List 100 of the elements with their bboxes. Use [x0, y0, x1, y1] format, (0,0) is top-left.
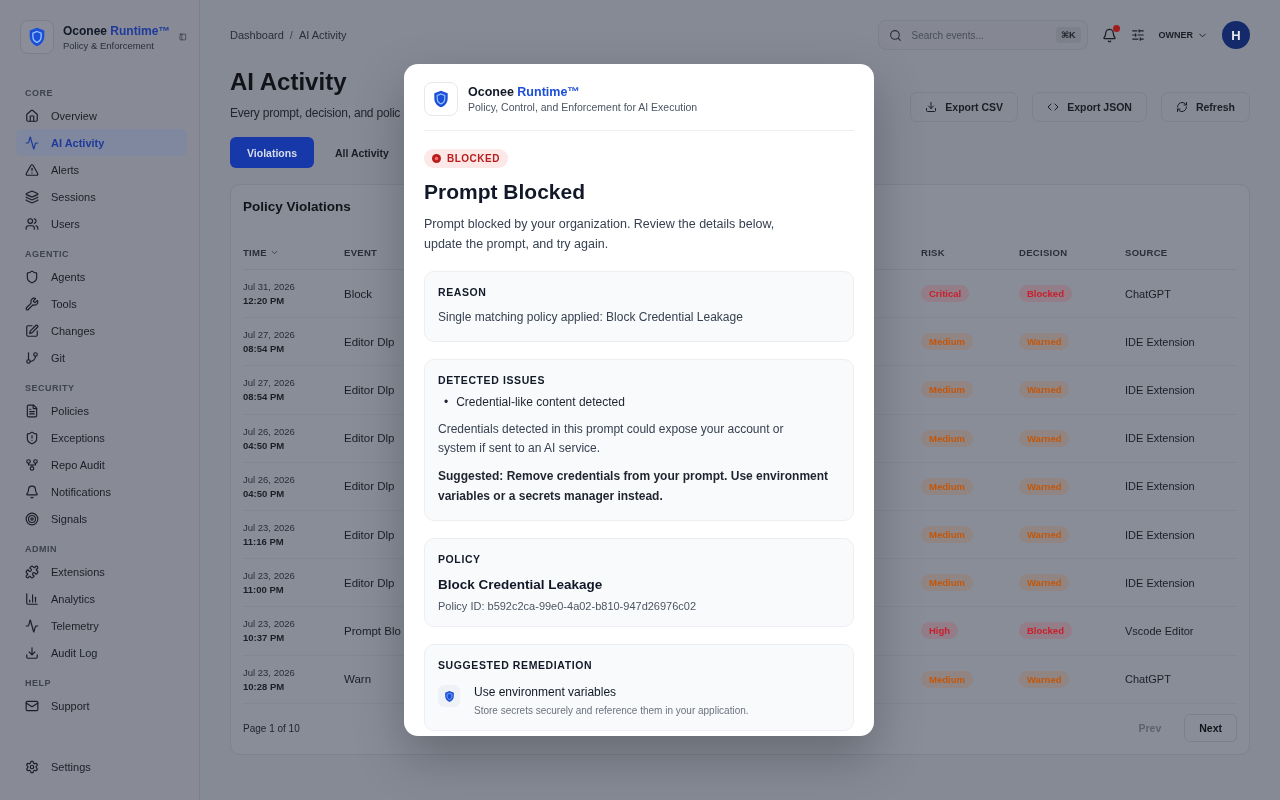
- users-icon: [25, 216, 39, 231]
- nav-item[interactable]: AI Activity: [16, 129, 187, 156]
- nav-item[interactable]: Alerts: [16, 156, 187, 183]
- policy-name: Block Credential Leakage: [438, 577, 604, 592]
- time-text: 12:20 PM: [243, 295, 286, 307]
- nav-item[interactable]: Telemetry: [16, 612, 187, 639]
- document-icon: [25, 403, 39, 418]
- time-text: 10:37 PM: [243, 632, 286, 644]
- code-icon: [1047, 101, 1060, 113]
- nav-label: Overview: [51, 109, 97, 122]
- time-text: 04:50 PM: [243, 487, 286, 499]
- nav-item[interactable]: Git: [16, 344, 187, 371]
- risk-tag: Medium: [921, 381, 973, 399]
- search-field[interactable]: Search events... ⌘K: [877, 20, 1088, 50]
- sliders-icon[interactable]: [1130, 28, 1145, 42]
- time-text: 10:28 PM: [243, 680, 286, 692]
- nav-item[interactable]: Users: [16, 210, 187, 237]
- sidebar-toggle-icon[interactable]: [179, 30, 187, 44]
- section-label: DETECTED ISSUES: [438, 374, 547, 386]
- nav-item[interactable]: Policies: [16, 397, 187, 424]
- decision-tag: Warned: [1019, 381, 1070, 399]
- decision-tag: Warned: [1019, 477, 1070, 495]
- time-text: 04:50 PM: [243, 439, 286, 451]
- next-button[interactable]: Next: [1184, 714, 1237, 742]
- event-cell: Prompt Blo: [344, 624, 401, 637]
- sort-icon: [269, 248, 279, 257]
- event-cell: Editor Dlp: [344, 480, 395, 493]
- nav-label: Changes: [51, 324, 96, 337]
- user-avatar[interactable]: H: [1222, 21, 1250, 49]
- date-text: Jul 23, 2026: [243, 570, 296, 582]
- brand-name: Oconee Runtime™: [63, 23, 171, 38]
- nav-item[interactable]: Extensions: [16, 558, 187, 585]
- breadcrumb[interactable]: Dashboard: [230, 29, 284, 41]
- column-header: EVENT: [344, 247, 379, 258]
- date-text: Jul 23, 2026: [243, 618, 296, 630]
- brand-tagline: Policy, Control, and Enforcement for AI Execution: [468, 101, 699, 113]
- risk-tag: Medium: [921, 333, 973, 351]
- event-cell: Editor Dlp: [344, 383, 395, 396]
- time-text: 11:00 PM: [243, 584, 285, 596]
- tab[interactable]: Violations: [230, 137, 314, 168]
- column-header: RISK: [921, 247, 946, 258]
- action-button[interactable]: Export JSON: [1032, 92, 1147, 122]
- nav-label: Extensions: [51, 565, 105, 578]
- shield-logo-icon: [431, 89, 451, 109]
- action-button[interactable]: Refresh: [1160, 92, 1250, 122]
- event-cell: Editor Dlp: [344, 576, 395, 589]
- date-text: Jul 23, 2026: [243, 522, 296, 534]
- nav-section-title: HELP: [25, 678, 52, 688]
- bell-icon: [25, 484, 39, 499]
- nav-label: Alerts: [51, 163, 80, 176]
- risk-tag: Medium: [921, 477, 973, 495]
- nav-label: Git: [51, 351, 66, 364]
- action-button[interactable]: Export CSV: [910, 92, 1019, 122]
- nav-item[interactable]: Audit Log: [16, 639, 187, 666]
- tab[interactable]: All Activity: [318, 137, 406, 168]
- nav-item[interactable]: Sessions: [16, 183, 187, 210]
- chart-icon: [25, 591, 39, 606]
- nav-item[interactable]: Settings: [16, 753, 187, 780]
- wrench-icon: [25, 296, 39, 311]
- column-header[interactable]: TIME: [243, 247, 344, 258]
- puzzle-icon: [25, 564, 39, 579]
- source-cell-text: IDE Extension: [1125, 432, 1196, 445]
- risk-tag: Critical: [921, 285, 970, 303]
- nav-item[interactable]: Repo Audit: [16, 451, 187, 478]
- section-label: SUGGESTED REMEDIATION: [438, 659, 594, 671]
- nav-item[interactable]: Support: [16, 692, 187, 719]
- status-tag: BLOCKED: [424, 149, 508, 168]
- nav-item[interactable]: Changes: [16, 317, 187, 344]
- risk-tag: Medium: [921, 574, 973, 592]
- nav-item[interactable]: Analytics: [16, 585, 187, 612]
- section-label: REASON: [438, 286, 488, 298]
- decision-tag: Warned: [1019, 333, 1070, 351]
- nav-item[interactable]: Exceptions: [16, 424, 187, 451]
- page-indicator: Page 1 of 10: [243, 722, 300, 734]
- shortcut-hint: ⌘K: [1055, 27, 1081, 43]
- download-icon: [925, 101, 938, 113]
- branch-icon: [25, 350, 39, 365]
- nav-section-title: SECURITY: [25, 383, 76, 393]
- page-title: AI Activity: [230, 70, 348, 94]
- remediation-title: Use environment variables: [474, 685, 618, 699]
- nav-item[interactable]: Agents: [16, 263, 187, 290]
- nav-item[interactable]: Overview: [16, 102, 187, 129]
- role-menu[interactable]: OWNER: [1158, 29, 1208, 41]
- dialog-description: Prompt blocked by your organization. Review the details below, update the prompt, and try again.: [424, 216, 776, 253]
- nav-label: Audit Log: [51, 646, 98, 659]
- time-text: 08:54 PM: [243, 343, 286, 355]
- decision-tag: Warned: [1019, 429, 1070, 447]
- nav-item[interactable]: Notifications: [16, 478, 187, 505]
- blocked-icon: [432, 154, 441, 163]
- pulse-icon: [25, 618, 39, 633]
- source-cell-text: IDE Extension: [1125, 528, 1196, 541]
- nav-item[interactable]: Tools: [16, 290, 187, 317]
- nav-label: Exceptions: [51, 431, 105, 444]
- nav-item[interactable]: Signals: [16, 505, 187, 532]
- search-input[interactable]: Search events...: [909, 28, 1048, 42]
- nav-label: AI Activity: [51, 136, 105, 149]
- decision-tag: Warned: [1019, 574, 1070, 592]
- notifications-icon[interactable]: [1101, 27, 1117, 43]
- time-text: 11:16 PM: [243, 536, 285, 548]
- source-cell-text: IDE Extension: [1125, 480, 1196, 493]
